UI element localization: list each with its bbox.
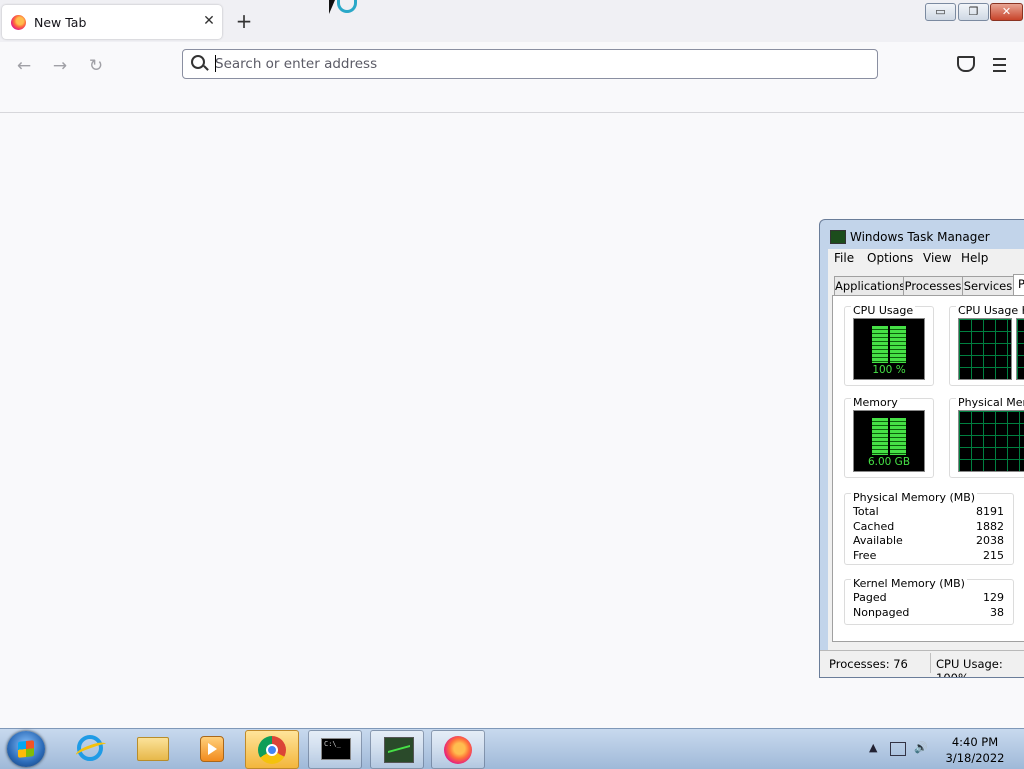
cpu-usage-status: CPU Usage: 100% (936, 657, 1003, 678)
physical-memory-history-group: Physical Mem (949, 396, 1024, 478)
row-cached-label: Cached (853, 520, 895, 533)
taskbar-command-prompt[interactable]: C:\_ (308, 730, 362, 769)
memory-value: 6.00 GB (867, 456, 911, 468)
menu-options[interactable]: Options (867, 251, 913, 265)
cpu-usage-group: CPU Usage 100 % (844, 304, 934, 386)
media-player-icon (200, 736, 224, 762)
task-manager-titlebar[interactable]: Windows Task Manager (820, 220, 1024, 248)
physical-memory-history-label: Physical Mem (956, 396, 1024, 409)
network-icon[interactable] (890, 742, 906, 756)
taskbar-internet-explorer[interactable] (64, 730, 116, 767)
row-free-value: 215 (983, 549, 1004, 562)
minimize-icon: ▭ (935, 5, 946, 18)
volume-icon[interactable]: 🔊 (914, 741, 928, 754)
kernel-memory-group: Kernel Memory (MB) Paged 129 Nonpaged 38 (844, 577, 1014, 625)
firefox-icon (11, 15, 26, 30)
folder-icon (137, 737, 169, 761)
taskbar-chrome[interactable] (245, 730, 299, 769)
windows-logo-icon (18, 740, 34, 758)
hamburger-menu-icon[interactable] (993, 58, 1006, 72)
physical-memory-group: Physical Memory (MB) Total 8191 Cached 1… (844, 491, 1014, 565)
taskbar-media-player[interactable] (185, 730, 237, 767)
tab-title: New Tab (34, 15, 87, 30)
pocket-icon[interactable] (957, 56, 975, 72)
tab-new-tab[interactable]: New Tab ✕ (2, 5, 222, 39)
maximize-button[interactable]: ❐ (958, 3, 989, 21)
menu-file[interactable]: File (834, 251, 854, 265)
minimize-button[interactable]: ▭ (925, 3, 956, 21)
task-manager-icon (384, 737, 414, 763)
physical-memory-label: Physical Memory (MB) (851, 491, 978, 504)
firefox-icon (444, 736, 472, 764)
taskbar-firefox[interactable] (431, 730, 485, 769)
reload-button[interactable]: ↻ (84, 54, 108, 78)
memory-meter: 6.00 GB (853, 410, 925, 472)
memory-bars (872, 418, 906, 455)
cpu-history-group: CPU Usage H (949, 304, 1024, 386)
process-count: Processes: 76 (829, 657, 908, 671)
memory-group: Memory 6.00 GB (844, 396, 934, 478)
task-manager-tabs-area: Applications Processes Services P CPU Us… (828, 269, 1024, 670)
back-button[interactable]: ← (12, 54, 36, 78)
restore-icon: ❐ (968, 5, 979, 18)
cpu-usage-value: 100 % (872, 364, 906, 376)
row-total-value: 8191 (976, 505, 1004, 518)
clock-time: 4:40 PM (951, 735, 999, 749)
status-divider (930, 653, 931, 673)
tab-performance[interactable]: P (1013, 274, 1024, 296)
tab-applications[interactable]: Applications (834, 276, 905, 296)
taskbar-file-explorer[interactable] (125, 730, 177, 767)
task-manager-title: Windows Task Manager (850, 230, 990, 244)
row-nonpaged-value: 38 (990, 606, 1004, 619)
row-nonpaged-label: Nonpaged (853, 606, 910, 619)
row-available-value: 2038 (976, 534, 1004, 547)
memory-history-graph (958, 410, 1024, 472)
kernel-memory-label: Kernel Memory (MB) (851, 577, 967, 590)
row-available-label: Available (853, 534, 903, 547)
cpu-history-graph-2 (1016, 318, 1024, 380)
cpu-usage-bars (872, 326, 906, 363)
performance-panel: CPU Usage 100 % CPU Usage H Memory 6.00 … (832, 295, 1024, 642)
chrome-icon (258, 736, 286, 764)
start-button[interactable] (7, 731, 45, 767)
navigation-toolbar: ← → ↻ Search or enter address (0, 42, 1024, 113)
task-manager-statusbar: Processes: 76 CPU Usage: 100% (820, 650, 1024, 677)
clock[interactable]: 4:40 PM 3/18/2022 (940, 734, 1010, 766)
internet-explorer-icon (77, 735, 103, 761)
row-paged-value: 129 (983, 591, 1004, 604)
browser-tab-strip: New Tab ✕ + ▭ ❐ ✕ (0, 0, 1024, 42)
close-window-button[interactable]: ✕ (990, 3, 1023, 21)
address-bar[interactable]: Search or enter address (182, 49, 878, 79)
command-prompt-icon: C:\_ (321, 738, 351, 760)
row-free-label: Free (853, 549, 877, 562)
cpu-usage-label: CPU Usage (851, 304, 916, 317)
forward-button[interactable]: → (48, 54, 72, 78)
clock-date: 3/18/2022 (945, 751, 1005, 765)
task-manager-icon (830, 230, 846, 244)
row-cached-value: 1882 (976, 520, 1004, 533)
text-caret (215, 55, 216, 72)
cpu-history-graph (958, 318, 1012, 380)
taskbar: C:\_ ▲ 🔊 4:40 PM 3/18/2022 (0, 728, 1024, 769)
cpu-usage-meter: 100 % (853, 318, 925, 380)
menu-view[interactable]: View (923, 251, 951, 265)
tab-services[interactable]: Services (962, 276, 1014, 296)
menu-help[interactable]: Help (961, 251, 988, 265)
address-placeholder: Search or enter address (215, 56, 378, 72)
mouse-cursor-icon (329, 0, 335, 14)
tab-processes[interactable]: Processes (903, 276, 963, 296)
row-total-label: Total (853, 505, 879, 518)
task-manager-window: Windows Task Manager File Options View H… (819, 219, 1024, 678)
task-manager-menubar: File Options View Help (828, 249, 1024, 269)
new-tab-button[interactable]: + (233, 10, 255, 32)
memory-label: Memory (851, 396, 900, 409)
cpu-history-label: CPU Usage H (956, 304, 1024, 317)
search-icon (191, 55, 205, 69)
tab-close-icon[interactable]: ✕ (200, 11, 218, 31)
row-paged-label: Paged (853, 591, 887, 604)
taskbar-task-manager[interactable] (370, 730, 424, 769)
show-hidden-icons-icon[interactable]: ▲ (869, 741, 877, 754)
close-icon: ✕ (1001, 5, 1012, 18)
